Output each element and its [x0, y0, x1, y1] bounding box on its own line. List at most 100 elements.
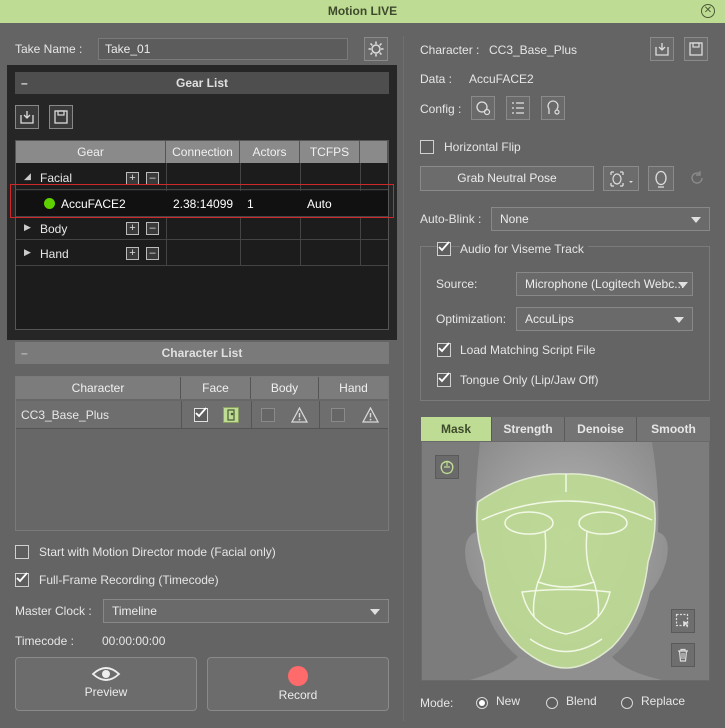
full-frame-recording-label: Full-Frame Recording (Timecode): [39, 573, 219, 587]
gear-group-label: Hand: [40, 247, 69, 261]
import-character-button[interactable]: [650, 37, 674, 61]
save-gear-button[interactable]: [49, 105, 73, 129]
face-target-dropdown[interactable]: [603, 166, 639, 191]
chevron-down-icon: [678, 282, 688, 288]
master-clock-dropdown[interactable]: Timeline: [103, 599, 389, 623]
gear-table: Gear Connection Actors TCFPS ◢ Facial + …: [15, 140, 389, 330]
checkmark-icon: [438, 372, 450, 383]
config-label: Config :: [420, 102, 462, 116]
source-value: Microphone (Logitech Webc...: [525, 277, 685, 291]
source-dropdown[interactable]: Microphone (Logitech Webc...: [516, 272, 693, 296]
gear-group-body[interactable]: ▶ Body + –: [16, 216, 388, 240]
add-icon[interactable]: +: [126, 247, 139, 260]
face-mask-icon: [440, 460, 454, 475]
trash-icon: [678, 648, 688, 662]
collapse-icon[interactable]: –: [21, 72, 28, 94]
head-calibrate-button[interactable]: [648, 166, 674, 191]
timecode-label: Timecode :: [15, 634, 74, 648]
master-clock-label: Master Clock :: [15, 604, 92, 618]
tongue-only-label: Tongue Only (Lip/Jaw Off): [460, 373, 599, 387]
config-head-button[interactable]: [541, 96, 565, 120]
mask-toggle-button[interactable]: [435, 455, 459, 479]
character-row[interactable]: CC3_Base_Plus: [16, 401, 388, 429]
config-face-button[interactable]: [471, 96, 495, 120]
mode-new-radio[interactable]: [476, 697, 488, 709]
head-profile-icon: [547, 100, 560, 115]
save-character-button[interactable]: [684, 37, 708, 61]
gear-group-label: Body: [40, 222, 68, 236]
expand-right-icon[interactable]: ▶: [24, 222, 31, 233]
mode-replace-radio[interactable]: [621, 697, 633, 709]
tab-denoise[interactable]: Denoise: [565, 417, 637, 441]
auto-blink-value: None: [500, 212, 529, 226]
select-region-button[interactable]: [671, 609, 695, 633]
reset-button[interactable]: [685, 166, 711, 191]
take-name-label: Take Name :: [15, 42, 83, 56]
mode-blend-radio[interactable]: [546, 697, 558, 709]
horizontal-flip-label: Horizontal Flip: [444, 140, 521, 154]
remove-icon[interactable]: –: [146, 247, 159, 260]
checkmark-icon: [438, 241, 450, 252]
expand-down-icon[interactable]: ◢: [24, 171, 31, 182]
window-title-bar: Motion LIVE: [0, 0, 725, 23]
tab-strength[interactable]: Strength: [492, 417, 565, 441]
collapse-icon[interactable]: –: [21, 342, 28, 364]
load-matching-checkbox[interactable]: [437, 342, 451, 357]
mode-label: Mode:: [420, 696, 454, 710]
character-list-header[interactable]: – Character List: [15, 342, 389, 364]
config-list-button[interactable]: [506, 96, 530, 120]
import-gear-button[interactable]: [15, 105, 39, 129]
chevron-down-icon: [370, 609, 380, 615]
chevron-down-icon: [691, 217, 701, 223]
auto-blink-dropdown[interactable]: None: [491, 207, 710, 231]
tab-smooth[interactable]: Smooth: [637, 417, 710, 441]
column-header-face: Face: [181, 377, 251, 399]
column-header-hand: Hand: [319, 377, 388, 399]
start-motion-director-checkbox[interactable]: [15, 545, 29, 559]
face-mask-viewport[interactable]: [421, 441, 710, 681]
remove-icon[interactable]: –: [146, 222, 159, 235]
face-checkbox[interactable]: [194, 407, 208, 422]
column-header-body: Body: [251, 377, 319, 399]
hand-checkbox[interactable]: [331, 408, 345, 422]
horizontal-flip-checkbox[interactable]: [420, 140, 434, 154]
face-gear-icon[interactable]: [223, 407, 239, 423]
gear-icon: [368, 41, 384, 57]
load-matching-label: Load Matching Script File: [460, 343, 596, 357]
data-label: Data :: [420, 72, 453, 86]
gear-list-header[interactable]: – Gear List: [15, 72, 389, 94]
column-header-empty: [360, 141, 388, 163]
select-cursor-icon: [675, 613, 689, 628]
save-icon: [689, 42, 703, 56]
face-mask-illustration: [465, 442, 668, 680]
tab-mask[interactable]: Mask: [421, 417, 492, 441]
delete-region-button[interactable]: [671, 643, 695, 667]
optimization-dropdown[interactable]: AccuLips: [516, 307, 693, 331]
mode-new-label: New: [496, 694, 521, 708]
expand-right-icon[interactable]: ▶: [24, 247, 31, 258]
settings-button[interactable]: [364, 37, 388, 61]
full-frame-recording-checkbox[interactable]: [15, 572, 29, 587]
add-icon[interactable]: +: [126, 222, 139, 235]
mode-blend-label: Blend: [566, 694, 597, 708]
body-checkbox[interactable]: [261, 408, 275, 422]
list-icon: [512, 102, 524, 114]
take-name-input[interactable]: Take_01: [98, 38, 348, 60]
audio-viseme-checkbox[interactable]: [437, 241, 451, 256]
warning-icon: [291, 407, 308, 423]
save-icon: [54, 110, 68, 124]
record-button[interactable]: Record: [207, 657, 389, 711]
grab-neutral-pose-button[interactable]: Grab Neutral Pose: [420, 166, 594, 191]
source-label: Source:: [436, 277, 478, 291]
tongue-only-checkbox[interactable]: [437, 372, 451, 387]
close-icon[interactable]: ✕: [701, 4, 715, 18]
timecode-value: 00:00:00:00: [102, 634, 166, 648]
column-header-gear: Gear: [16, 141, 166, 163]
gear-group-hand[interactable]: ▶ Hand + –: [16, 241, 388, 266]
selection-highlight: [10, 184, 394, 218]
checkmark-icon: [438, 342, 450, 353]
preview-button[interactable]: Preview: [15, 657, 197, 711]
preview-label: Preview: [84, 685, 128, 699]
face-profile-icon: [227, 409, 235, 421]
master-clock-value: Timeline: [112, 604, 157, 618]
